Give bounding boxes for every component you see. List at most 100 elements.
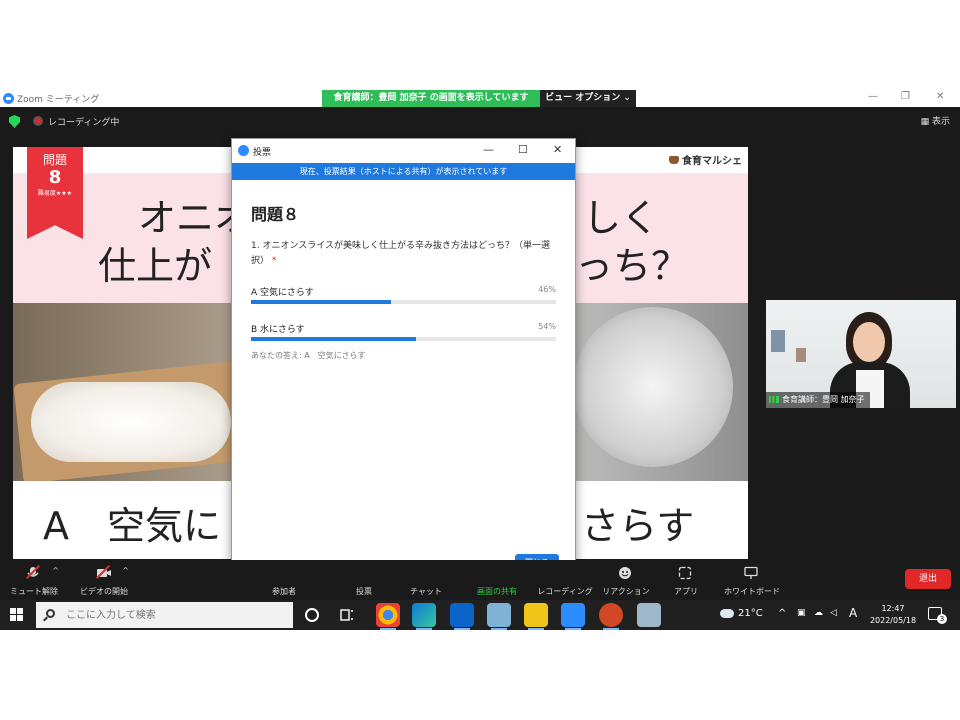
notification-icon[interactable]: 3 (928, 607, 947, 624)
minimize-icon[interactable]: — (868, 91, 878, 102)
poll-question-text: 1. オニオンスライスが美味しく仕上がる辛み抜き方法はどっち？（単一選択） (251, 241, 550, 266)
cloud-icon (720, 608, 734, 618)
poll-close-icon[interactable]: ✕ (553, 143, 562, 156)
poll-option-label: A 空気にさらす (251, 288, 314, 298)
poll-option-percent: 54% (538, 322, 556, 331)
cortana-icon[interactable] (301, 604, 323, 626)
ime-indicator[interactable]: A (849, 606, 857, 620)
outlook-icon[interactable] (450, 603, 474, 630)
meeting-top-bar: レコーディング中 ▦ 表示 (0, 107, 960, 137)
close-icon[interactable]: ✕ (936, 91, 944, 102)
notification-count: 3 (937, 614, 947, 624)
polls-label: 投票 (356, 587, 372, 596)
apps-button[interactable]: アプリ (656, 560, 716, 600)
poll-window-title: 投票 (253, 148, 272, 158)
share-screen-label: 画面の共有 (477, 587, 517, 596)
view-options-button[interactable]: ビュー オプション ⌄ (540, 90, 636, 107)
reactions-label: リアクション (602, 587, 650, 596)
network-icon[interactable]: ☁ (814, 608, 823, 618)
signal-icon (769, 396, 779, 403)
zoom-window: Zoom ミーティング 食育講師：豊岡 加奈子 の画面を表示しています ビュー … (0, 90, 960, 630)
onion-slices-image (31, 382, 231, 462)
participant-name-bar: 食育講師：豊岡 加奈子 (766, 392, 870, 408)
title-bar: Zoom ミーティング 食育講師：豊岡 加奈子 の画面を表示しています ビュー … (0, 90, 960, 107)
search-icon (46, 609, 55, 618)
participant-video-tile[interactable]: 食育講師：豊岡 加奈子 (766, 300, 956, 408)
your-answer: あなたの答え: A 空気にさらす (251, 351, 366, 360)
poll-result-fill (251, 300, 392, 304)
question-text-right-1: しく (583, 196, 660, 240)
unmute-label: ミュート解除 (10, 587, 58, 596)
participant-name: 食育講師：豊岡 加奈子 (782, 395, 865, 404)
share-screen-button[interactable]: 画面の共有 (467, 560, 527, 600)
question-text-right-2: っち？ (575, 244, 690, 288)
taskbar-clock[interactable]: 12:47 2022/05/18 (866, 603, 920, 627)
answer-text-left: A 空気に (43, 504, 221, 548)
zoom-taskbar-icon[interactable] (561, 603, 585, 630)
poll-result-fill (251, 337, 416, 341)
start-video-label: ビデオの開始 (80, 587, 128, 596)
windows-start-icon[interactable] (10, 608, 24, 622)
poll-option-label: B 水にさらす (251, 325, 305, 335)
chevron-up-icon[interactable]: ^ (122, 566, 129, 575)
leave-meeting-button[interactable]: 退出 (905, 569, 951, 589)
whiteboard-icon (744, 565, 758, 579)
screen-share-banner: 食育講師：豊岡 加奈子 の画面を表示しています (322, 90, 540, 107)
taskbar-search-input[interactable] (66, 607, 286, 623)
powerpoint-icon[interactable] (599, 603, 623, 630)
pot-icon (669, 156, 679, 164)
view-label: 表示 (931, 117, 950, 127)
brand-logo: 食育マルシェ (669, 152, 742, 167)
paint-icon[interactable] (637, 603, 661, 627)
reactions-button[interactable]: リアクション (596, 560, 656, 600)
chevron-up-icon[interactable]: ^ (52, 566, 59, 575)
weather-widget[interactable]: 21°C (720, 608, 763, 619)
task-view-icon[interactable] (335, 603, 359, 627)
poll-dialog: 投票 — ☐ ✕ 現在、投票結果（ホストによる共有）が表示されています 問題８ … (231, 138, 576, 586)
badge-number: 8 (48, 167, 62, 188)
chat-button[interactable]: チャット (396, 560, 456, 600)
poll-option: A 空気にさらす 46% (251, 285, 556, 307)
wall-picture (796, 348, 806, 362)
chat-label: チャット (410, 587, 442, 596)
participants-button[interactable]: 参加者 (254, 560, 314, 600)
poll-maximize-icon[interactable]: ☐ (518, 143, 528, 156)
meeting-toolbar: ^ ミュート解除 ^ ビデオの開始 参加者 投票 チャット 画面の共有 レコーデ… (0, 560, 960, 600)
record-label: レコーディング (537, 587, 593, 596)
recording-label: レコーディング中 (48, 118, 120, 128)
notes-icon[interactable] (487, 603, 511, 630)
camera-off-icon (96, 565, 111, 579)
apps-icon (678, 565, 692, 580)
required-mark: * (271, 256, 277, 266)
badge-title: 問題 (42, 153, 67, 167)
edge-icon[interactable] (412, 603, 436, 630)
poll-result-bar (251, 337, 556, 341)
display-icon[interactable]: ▣ (797, 608, 806, 618)
poll-minimize-icon[interactable]: — (483, 143, 494, 156)
restore-icon[interactable]: ❐ (901, 91, 910, 102)
apps-label: アプリ (674, 587, 698, 596)
zoom-logo-icon (3, 93, 14, 104)
poll-option-percent: 46% (538, 285, 556, 294)
microphone-muted-icon (26, 565, 40, 579)
security-shield-icon[interactable] (9, 115, 20, 128)
chevron-up-icon[interactable]: ^ (778, 608, 786, 619)
start-video-button[interactable]: ^ ビデオの開始 (74, 560, 134, 600)
view-button[interactable]: ▦ 表示 (921, 114, 950, 127)
volume-icon[interactable]: ◁ (830, 608, 837, 618)
chrome-icon[interactable] (376, 603, 400, 630)
weather-temp: 21°C (738, 608, 763, 619)
participants-label: 参加者 (272, 587, 296, 596)
badge-level: 難易度★★★ (37, 190, 73, 197)
taskbar-search[interactable] (36, 602, 293, 628)
poll-results-banner: 現在、投票結果（ホストによる共有）が表示されています (232, 163, 575, 180)
poll-question-title: 問題８ (251, 205, 300, 224)
app-title: Zoom ミーティング (17, 95, 100, 105)
polls-button[interactable]: 投票 (334, 560, 394, 600)
poll-question: 1. オニオンスライスが美味しく仕上がる辛み抜き方法はどっち？（単一選択） * (251, 239, 556, 269)
whiteboard-button[interactable]: ホワイトボード (722, 560, 782, 600)
poll-option: B 水にさらす 54% (251, 322, 556, 344)
file-explorer-icon[interactable] (524, 603, 548, 630)
unmute-button[interactable]: ^ ミュート解除 (4, 560, 64, 600)
record-button[interactable]: レコーディング (535, 560, 595, 600)
